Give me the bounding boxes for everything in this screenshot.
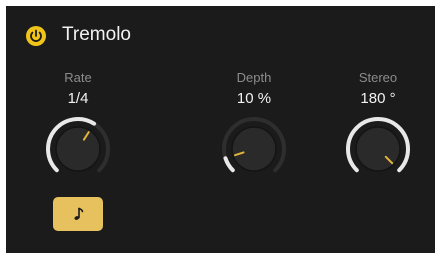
stereo-label: Stereo — [358, 70, 398, 85]
rate-value: 1/4 — [67, 90, 89, 107]
music-note-icon — [74, 207, 84, 220]
stereo-value: 180 ° — [360, 90, 396, 107]
rate-control: Rate 1/4 — [18, 70, 138, 190]
depth-knob[interactable] — [220, 115, 288, 183]
stereo-control: Stereo 180 ° — [318, 70, 435, 190]
tremolo-plugin-panel: Tremolo Rate 1/4 Depth 10 % Stereo 180 ° — [6, 6, 435, 253]
tempo-sync-button[interactable] — [53, 197, 103, 231]
knob-body[interactable] — [355, 126, 401, 172]
stereo-knob[interactable] — [344, 115, 412, 183]
depth-value: 10 % — [236, 90, 272, 107]
power-button[interactable] — [26, 26, 46, 46]
knob-body[interactable] — [231, 126, 277, 172]
plugin-header: Tremolo — [6, 6, 435, 68]
depth-label: Depth — [236, 70, 272, 85]
rate-label: Rate — [64, 70, 92, 85]
power-icon — [30, 29, 42, 42]
rate-knob[interactable] — [44, 115, 112, 183]
plugin-title: Tremolo — [62, 24, 131, 45]
knob-value-arc — [223, 156, 235, 173]
knob-body[interactable] — [55, 126, 101, 172]
depth-control: Depth 10 % — [194, 70, 314, 190]
